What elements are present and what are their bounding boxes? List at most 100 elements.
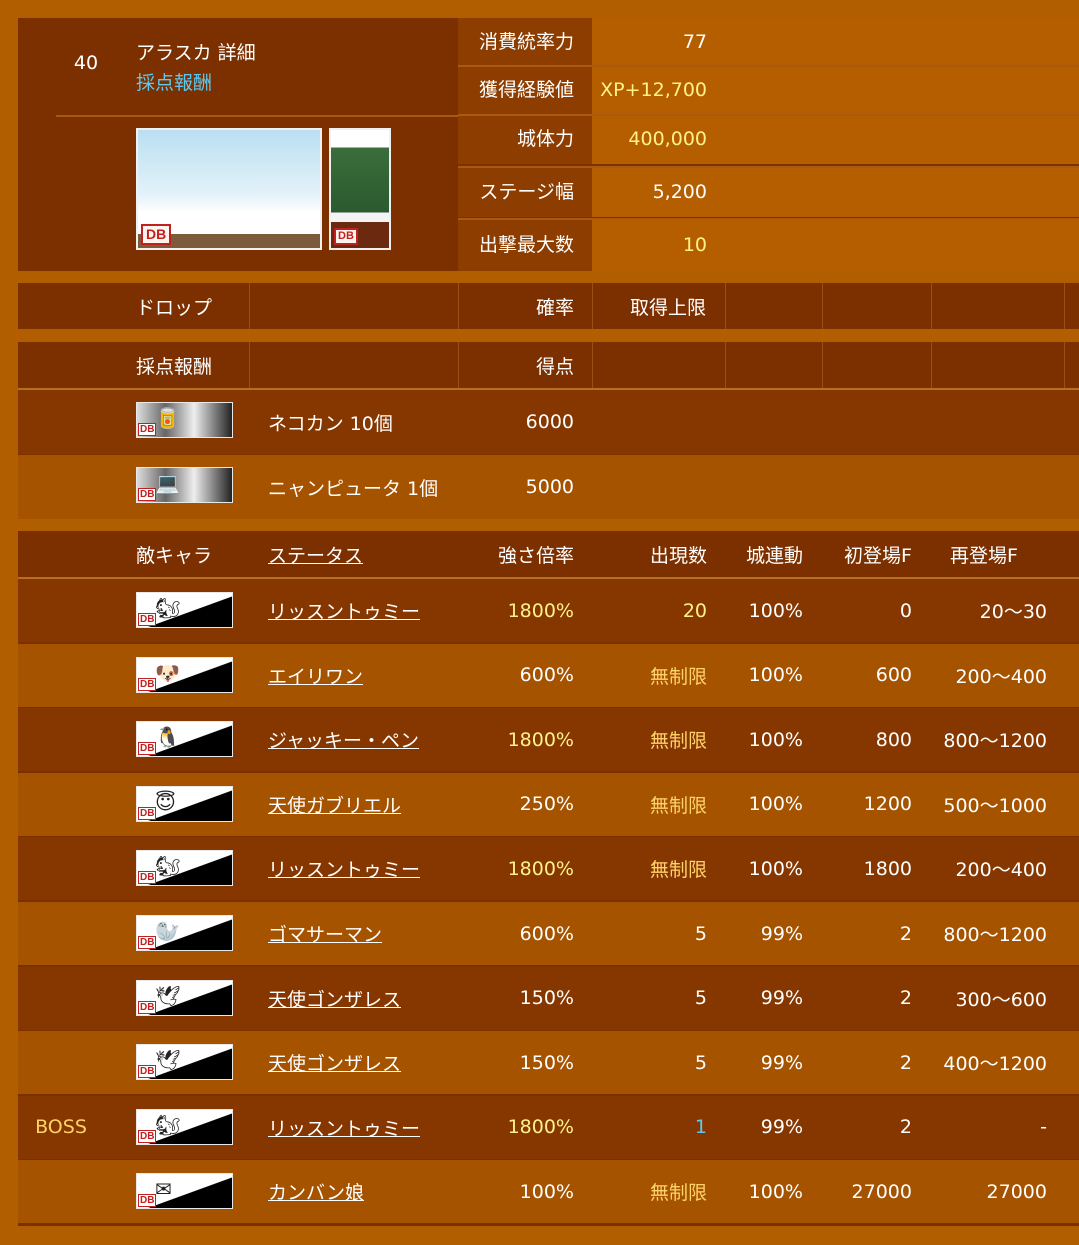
stat-label-text: 出撃最大数	[478, 234, 574, 256]
enemy-magnification-text: 1800%	[507, 599, 574, 622]
penguin-enemy-icon[interactable]: 🐧 DB	[136, 721, 233, 758]
enemy-magnification-text: 1800%	[507, 1116, 574, 1139]
enemy-magnification-text: 150%	[519, 987, 574, 1010]
enemy-magnification-text: 150%	[519, 1051, 574, 1074]
stat-divider	[458, 166, 1079, 168]
squirrel-enemy-glyph: 🐿	[155, 1112, 181, 1137]
enemy-respawn-frame: 300～600	[918, 967, 1047, 1030]
enemy-name-link[interactable]: ジャッキー・ペン	[268, 708, 458, 771]
reward-name-text: ネコカン 10個	[268, 412, 393, 435]
enemy-name-link-text[interactable]: カンバン娘	[268, 1178, 364, 1205]
reward-name-text: ニャンピュータ 1個	[268, 477, 439, 500]
db-badge[interactable]: DB	[141, 224, 172, 245]
enemy-row: ✉ DB カンバン娘 100% 無制限 100% 27000 27000	[18, 1160, 1079, 1224]
enemy-name-link[interactable]: カンバン娘	[268, 1160, 458, 1223]
enemy-count-text: 無制限	[649, 730, 707, 753]
enemy-name-link[interactable]: 天使ゴンザレス	[268, 1031, 458, 1094]
enemy-count: 1	[592, 1096, 707, 1159]
drop-header-rate: 確率	[535, 296, 574, 319]
column-divider	[458, 283, 459, 329]
enemy-name-link[interactable]: リッスントゥミー	[268, 1096, 458, 1159]
score-reward-row: 💻 DB ニャンピュータ 1個 5000	[18, 455, 1079, 519]
enemy-magnification: 1800%	[458, 579, 574, 642]
boss-label	[18, 1160, 104, 1223]
enemy-name-link-text[interactable]: 天使ゴンザレス	[268, 985, 401, 1012]
score-reward-link[interactable]: 採点報酬	[136, 68, 212, 95]
enemy-first-frame: 2	[818, 967, 912, 1030]
db-badge[interactable]: DB	[334, 228, 358, 245]
enemy-name-link[interactable]: ゴマサーマン	[268, 902, 458, 965]
enemy-first-frame-text: 27000	[851, 1180, 912, 1203]
stat-label-text: 消費統率力	[478, 31, 574, 53]
score-header-name: 採点報酬	[136, 355, 213, 378]
enemy-respawn-frame: 800～1200	[918, 708, 1047, 771]
seal-enemy-glyph: 🦭	[155, 919, 180, 943]
enemy-respawn-frame-text: 200～400	[955, 859, 1047, 882]
enemy-first-frame: 1800	[818, 837, 912, 900]
squirrel-enemy-icon[interactable]: 🐿 DB	[136, 1108, 233, 1145]
enemy-respawn-frame: 400～1200	[918, 1031, 1047, 1094]
db-badge: DB	[138, 1194, 157, 1208]
enemy-castle-link-text: 99%	[760, 922, 803, 945]
enemy-name-link[interactable]: リッスントゥミー	[268, 579, 458, 642]
nyanputer-icon[interactable]: 💻 DB	[136, 467, 233, 503]
enemy-name-link-text[interactable]: ゴマサーマン	[268, 920, 382, 947]
header-status-link[interactable]: ステータス	[268, 531, 448, 577]
enemy-first-frame: 2	[818, 1096, 912, 1159]
db-badge: DB	[138, 871, 157, 885]
enemy-row: 🦭 DB ゴマサーマン 600% 5 99% 2 800～1200	[18, 902, 1079, 965]
score-reward-row: 🥫 DB ネコカン 10個 6000	[18, 390, 1079, 454]
stat-value: 10	[592, 219, 1079, 271]
squirrel-enemy-glyph: 🐿	[155, 596, 181, 620]
angel-dog-enemy-icon[interactable]: 😇 DB	[136, 785, 233, 822]
db-badge: DB	[138, 1000, 157, 1014]
stage-number: 40	[73, 52, 99, 74]
enemy-castle-link: 100%	[718, 837, 803, 900]
enemy-count-text: 5	[694, 987, 707, 1010]
squirrel-enemy-icon[interactable]: 🐿 DB	[136, 850, 233, 887]
enemy-castle-link-text: 100%	[748, 599, 803, 622]
enemy-castle-link-text: 100%	[748, 728, 803, 751]
stage-background-image: DB	[136, 128, 322, 250]
stat-divider	[458, 65, 1079, 67]
signboard-girl-enemy-icon[interactable]: ✉ DB	[136, 1173, 233, 1210]
enemy-name-link-text[interactable]: リッスントゥミー	[268, 597, 420, 624]
stat-label: 出撃最大数	[458, 219, 592, 271]
enemy-name-link-text[interactable]: エイリワン	[268, 662, 363, 689]
neko-can-icon[interactable]: 🥫 DB	[136, 402, 233, 438]
enemy-castle-link: 100%	[718, 644, 803, 707]
enemy-name-link[interactable]: 天使ガブリエル	[268, 773, 458, 836]
column-divider	[592, 342, 593, 388]
enemy-count-text: 5	[694, 1051, 707, 1074]
enemy-first-frame-text: 2	[899, 1116, 912, 1139]
header-enemy: 敵キャラ	[136, 544, 213, 567]
angel-bird-enemy-icon[interactable]: 🕊 DB	[136, 979, 233, 1016]
enemy-name-link-text[interactable]: 天使ガブリエル	[268, 791, 401, 818]
db-badge: DB	[138, 677, 157, 691]
enemy-first-frame-text: 1800	[863, 857, 912, 880]
enemy-count: 無制限	[592, 1160, 707, 1223]
enemy-count: 無制限	[592, 708, 707, 771]
enemy-name-link[interactable]: 天使ゴンザレス	[268, 967, 458, 1030]
enemy-count-text: 無制限	[649, 1182, 707, 1205]
header-castle-link: 城連動	[746, 544, 804, 567]
reward-score: 6000	[458, 390, 574, 454]
enemy-castle-link-text: 99%	[760, 987, 803, 1010]
squirrel-enemy-icon[interactable]: 🐿 DB	[136, 592, 233, 628]
enemy-name-link-text[interactable]: ジャッキー・ペン	[268, 726, 419, 753]
angel-bird-enemy-icon[interactable]: 🕊 DB	[136, 1044, 233, 1081]
enemy-castle-link-text: 100%	[748, 857, 803, 880]
enemy-respawn-frame: 20～30	[918, 579, 1047, 642]
enemy-name-link[interactable]: リッスントゥミー	[268, 837, 458, 900]
seal-enemy-icon[interactable]: 🦭 DB	[136, 915, 233, 951]
enemy-table-header: 敵キャラ ステータス 強さ倍率 出現数 城連動 初登場F 再登場F	[18, 531, 1079, 577]
header-status[interactable]: ステータス	[268, 541, 363, 568]
enemy-name-link-text[interactable]: リッスントゥミー	[268, 855, 420, 882]
enemy-name-link-text[interactable]: 天使ゴンザレス	[268, 1049, 401, 1076]
enemy-name-link-text[interactable]: リッスントゥミー	[268, 1114, 420, 1141]
enemy-respawn-frame-text: 20～30	[979, 601, 1047, 623]
enemy-name-link[interactable]: エイリワン	[268, 644, 458, 707]
alien-dog-enemy-icon[interactable]: 🐶 DB	[136, 656, 233, 693]
enemy-row: 🐧 DB ジャッキー・ペン 1800% 無制限 100% 800 800～1200	[18, 708, 1079, 772]
stat-value-text: 77	[682, 31, 707, 53]
